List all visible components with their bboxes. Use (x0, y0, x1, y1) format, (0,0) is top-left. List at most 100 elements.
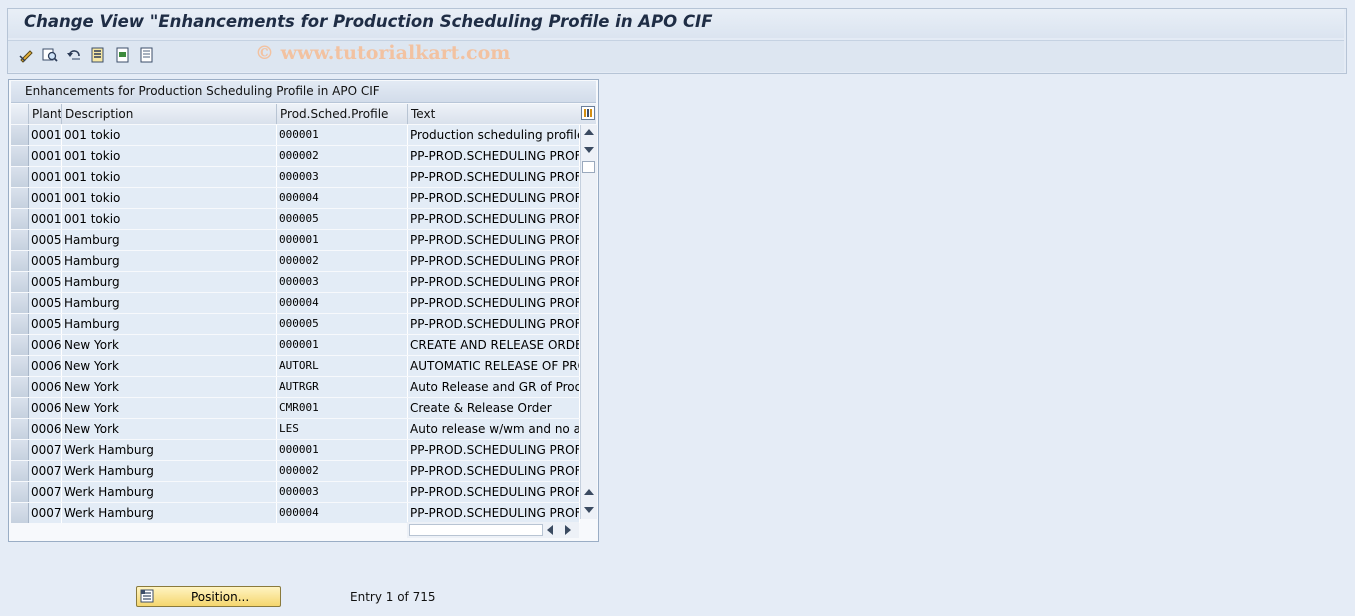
table-row[interactable]: 0001 001 tokio 000003 PP-PROD.SCHEDULING PR… (11, 167, 580, 188)
row-selector[interactable] (11, 356, 29, 376)
row-selector[interactable] (11, 398, 29, 418)
row-selector[interactable] (11, 314, 29, 334)
scroll-thumb[interactable] (582, 161, 595, 173)
table-row[interactable]: 0006 New York 000001 CREATE AND RELEASE ORD… (11, 335, 580, 356)
select-block-icon[interactable] (114, 46, 132, 64)
cell-text: PP-PROD.SCHEDULING PROF. 0 (408, 251, 580, 271)
column-header-prod-sched-profile[interactable]: Prod.Sched.Profile (277, 104, 408, 124)
row-selector[interactable] (11, 440, 29, 460)
cell-description: Werk Hamburg (62, 440, 277, 460)
row-selector[interactable] (11, 503, 29, 523)
cell-description: New York (62, 419, 277, 439)
table-row[interactable]: 0001 001 tokio 000001 Production scheduling… (11, 125, 580, 146)
cell-prod-sched-profile: 000001 (277, 230, 408, 250)
table-row[interactable]: 0006 New York CMR001 Create & Release Order (11, 398, 580, 419)
table-settings-icon[interactable] (581, 106, 595, 120)
cell-description: Hamburg (62, 272, 277, 292)
cell-description: New York (62, 356, 277, 376)
cell-text: Auto release w/wm and no aut (408, 419, 580, 439)
scroll-right-icon[interactable] (565, 525, 571, 535)
row-selector[interactable] (11, 251, 29, 271)
cell-plant: 0007 (29, 482, 62, 502)
row-selector[interactable] (11, 230, 29, 250)
table-row[interactable]: 0005 Hamburg 000001 PP-PROD.SCHEDULING PROF… (11, 230, 580, 251)
cell-plant: 0006 (29, 356, 62, 376)
page-title: Change View "Enhancements for Production… (24, 12, 713, 31)
cell-description: Hamburg (62, 314, 277, 334)
cell-description: Hamburg (62, 251, 277, 271)
cell-plant: 0006 (29, 419, 62, 439)
row-selector[interactable] (11, 125, 29, 145)
table-row[interactable]: 0005Hamburg000004PP-PROD.SCHEDULING PROF… (11, 293, 580, 314)
deselect-all-icon[interactable] (138, 46, 156, 64)
cell-plant: 0006 (29, 377, 62, 397)
cell-text: Create & Release Order (408, 398, 580, 418)
cell-plant: 0007 (29, 503, 62, 523)
horizontal-scroll-track[interactable] (409, 524, 543, 536)
table-row[interactable]: 0007 Werk Hamburg 000004 PP-PROD.SCHEDULING… (11, 503, 580, 524)
cell-prod-sched-profile: AUTORL (277, 356, 408, 376)
cell-text: PP-PROD.SCHEDULING PROFIl 0 (408, 293, 580, 313)
table-title-bar: Enhancements for Production Scheduling P… (11, 81, 596, 103)
table-row[interactable]: 0007 Werk Hamburg 000002 PP-PROD.SCHEDULING… (11, 461, 580, 482)
cell-text: PP-PROD.SCHEDULING PROFILI (408, 314, 580, 334)
cell-description: New York (62, 377, 277, 397)
select-all-icon[interactable] (89, 46, 107, 64)
cell-text: PP-PROD.SCHEDULING PROF. 0 (408, 167, 580, 187)
position-button-label: Position... (191, 590, 250, 604)
table-row[interactable]: 0005 Hamburg 000003 PP-PROD.SCHEDULING PROF… (11, 272, 580, 293)
table-row[interactable]: 0001 001 tokio 000002 PP-PROD.SCHEDULING PR… (11, 146, 580, 167)
row-selector[interactable] (11, 335, 29, 355)
vertical-scrollbar[interactable] (580, 125, 597, 519)
row-selector[interactable] (11, 419, 29, 439)
scroll-page-up-icon[interactable] (584, 489, 594, 495)
cell-prod-sched-profile: 000002 (277, 251, 408, 271)
column-header-plant[interactable]: Plant (29, 104, 62, 124)
table-row[interactable]: 0005 Hamburg 000005 PP-PROD.SCHEDULING PROF… (11, 314, 580, 335)
cell-description: 001 tokio (62, 125, 277, 145)
cell-plant: 0005 (29, 272, 62, 292)
display-change-icon[interactable] (18, 46, 36, 64)
row-selector[interactable] (11, 146, 29, 166)
undo-icon[interactable] (65, 46, 83, 64)
row-selector[interactable] (11, 293, 29, 313)
table-row[interactable]: 0001 001 tokio 000005 PP-PROD.SCHEDULING PR… (11, 209, 580, 230)
cell-plant: 0007 (29, 440, 62, 460)
column-header-description[interactable]: Description (62, 104, 277, 124)
cell-description: 001 tokio (62, 209, 277, 229)
row-selector[interactable] (11, 167, 29, 187)
row-selector[interactable] (11, 188, 29, 208)
table-row[interactable]: 0006 New York AUTRGR Auto Release and GR of… (11, 377, 580, 398)
table-row[interactable]: 0007 Werk Hamburg 000001 PP-PROD.SCHEDULING… (11, 440, 580, 461)
table-title: Enhancements for Production Scheduling P… (25, 84, 380, 98)
select-all-rows-handle[interactable] (11, 104, 29, 124)
row-selector[interactable] (11, 482, 29, 502)
table-row[interactable]: 0006 New York AUTORL AUTOMATIC RELEASE OF P… (11, 356, 580, 377)
cell-plant: 0005 (29, 293, 62, 313)
horizontal-scrollbar[interactable] (407, 522, 579, 538)
cell-prod-sched-profile: 000004 (277, 188, 408, 208)
cell-text: PP-PROD.SCHEDULING PROFIl 0 (408, 188, 580, 208)
scroll-up-icon[interactable] (584, 129, 594, 135)
scroll-down-icon[interactable] (584, 147, 594, 153)
table-row[interactable]: 0005 Hamburg 000002 PP-PROD.SCHEDULING PROF… (11, 251, 580, 272)
position-button[interactable]: Position... (136, 586, 281, 607)
scroll-left-icon[interactable] (547, 525, 553, 535)
column-header-text[interactable]: Text (408, 104, 580, 124)
cell-text: CREATE AND RELEASE ORDER (408, 335, 580, 355)
cell-plant: 0006 (29, 398, 62, 418)
scroll-page-down-icon[interactable] (584, 507, 594, 513)
row-selector[interactable] (11, 272, 29, 292)
table-row[interactable]: 0001 001 tokio 000004 PP-PROD.SCHEDULING PR… (11, 188, 580, 209)
cell-prod-sched-profile: AUTRGR (277, 377, 408, 397)
cell-prod-sched-profile: 000001 (277, 335, 408, 355)
cell-text: Production scheduling profile 1 (408, 125, 580, 145)
table-row[interactable]: 0006 New York LES Auto release w/wm and no … (11, 419, 580, 440)
cell-plant: 0005 (29, 251, 62, 271)
table-row[interactable]: 0007 Werk Hamburg 000003 PP-PROD.SCHEDULING… (11, 482, 580, 503)
row-selector[interactable] (11, 461, 29, 481)
application-toolbar: © www.tutorialkart.com (8, 40, 1344, 72)
find-icon[interactable] (41, 46, 59, 64)
row-selector[interactable] (11, 377, 29, 397)
row-selector[interactable] (11, 209, 29, 229)
